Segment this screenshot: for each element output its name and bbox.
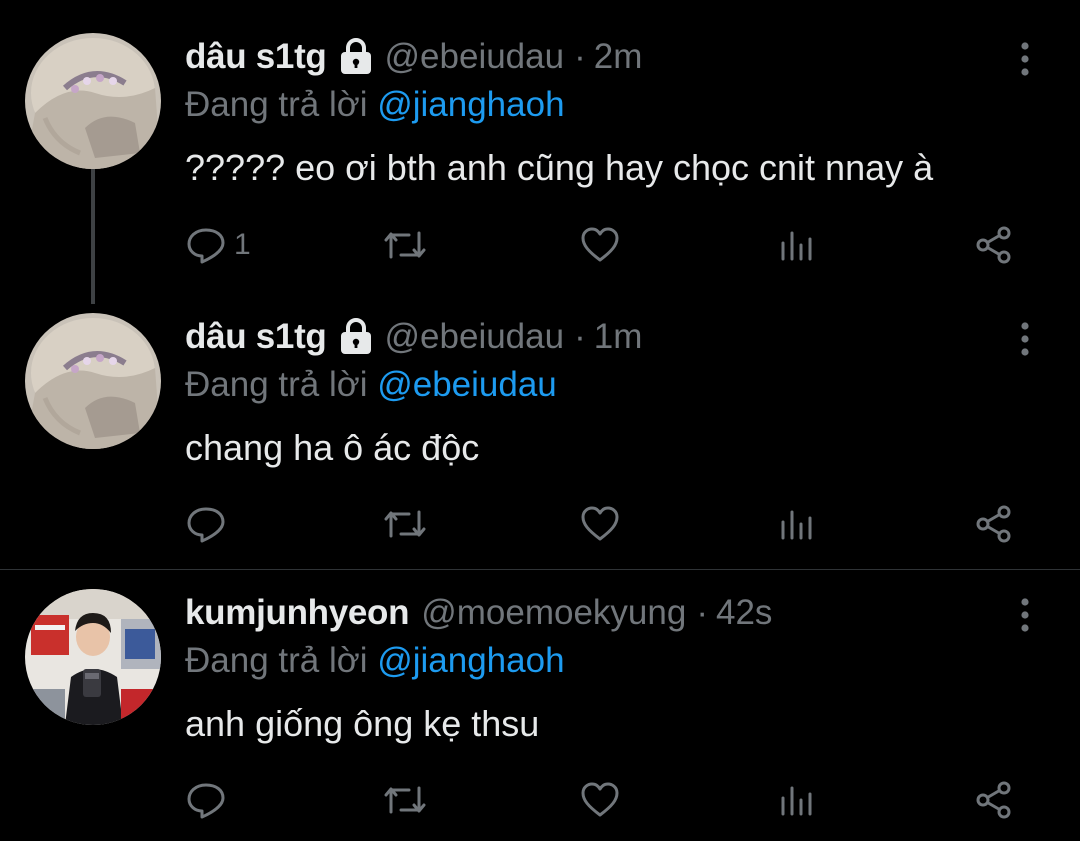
- like-icon: [580, 780, 620, 820]
- more-options-icon[interactable]: [1010, 319, 1040, 359]
- like-button[interactable]: [580, 499, 620, 549]
- like-button[interactable]: [580, 775, 620, 825]
- separator-dot: ·: [574, 37, 586, 76]
- retweet-icon: [383, 225, 427, 265]
- avatar-hair-tiara-icon: [25, 313, 161, 449]
- views-button[interactable]: [779, 499, 815, 549]
- views-icon: [779, 225, 815, 265]
- like-button[interactable]: [580, 220, 620, 270]
- reply-button[interactable]: [186, 775, 234, 825]
- reply-icon: [186, 225, 226, 265]
- reply-button[interactable]: 1: [186, 220, 251, 270]
- replying-to-label: Đang trả lời: [185, 85, 378, 124]
- share-icon: [974, 225, 1014, 265]
- tweet-actions: [0, 775, 1080, 825]
- handle[interactable]: @moemoekyung: [421, 593, 686, 633]
- tweet-header: dâu s1tg @ebeiudau · 1m: [185, 313, 642, 361]
- share-button[interactable]: [974, 499, 1014, 549]
- handle[interactable]: @ebeiudau: [385, 317, 565, 357]
- tweet-text: chang ha ô ác độc: [185, 427, 480, 468]
- avatar[interactable]: [25, 589, 161, 725]
- reply-icon: [186, 504, 226, 544]
- more-options-icon[interactable]: [1010, 595, 1040, 635]
- retweet-button[interactable]: [383, 499, 427, 549]
- retweet-button[interactable]: [383, 220, 427, 270]
- timestamp[interactable]: 42s: [716, 593, 772, 633]
- avatar-hair-tiara-icon: [25, 33, 161, 169]
- mention-link[interactable]: @jianghaoh: [377, 85, 564, 124]
- reply-icon: [186, 780, 226, 820]
- tweet-text: anh giống ông kẹ thsu: [185, 703, 540, 744]
- reply-count: 1: [234, 228, 251, 261]
- timestamp[interactable]: 2m: [594, 37, 643, 77]
- share-icon: [974, 780, 1014, 820]
- more-options-icon[interactable]: [1010, 39, 1040, 79]
- views-icon: [779, 504, 815, 544]
- views-icon: [779, 780, 815, 820]
- avatar[interactable]: [25, 313, 161, 449]
- reply-button[interactable]: [186, 499, 234, 549]
- display-name[interactable]: dâu s1tg: [185, 317, 327, 357]
- views-button[interactable]: [779, 775, 815, 825]
- replying-to-label: Đang trả lời: [185, 641, 378, 680]
- share-button[interactable]: [974, 775, 1014, 825]
- tweet-header: dâu s1tg @ebeiudau · 2m: [185, 33, 642, 81]
- retweet-icon: [383, 780, 427, 820]
- separator-dot: ·: [696, 593, 708, 632]
- separator-dot: ·: [574, 317, 586, 356]
- replying-to-label: Đang trả lời: [185, 365, 378, 404]
- tweet-2[interactable]: dâu s1tg @ebeiudau · 1m Đang trả lời @eb…: [0, 313, 1080, 563]
- display-name[interactable]: kumjunhyeon: [185, 593, 410, 633]
- share-button[interactable]: [974, 220, 1014, 270]
- display-name[interactable]: dâu s1tg: [185, 37, 327, 77]
- replying-to: Đang trả lời @ebeiudau: [185, 365, 557, 405]
- mention-link[interactable]: @jianghaoh: [377, 641, 564, 680]
- avatar[interactable]: [25, 33, 161, 169]
- mention-link[interactable]: @ebeiudau: [377, 365, 557, 404]
- lock-icon: [337, 38, 375, 76]
- tweet-header: kumjunhyeon @moemoekyung · 42s: [185, 589, 772, 637]
- divider: [0, 569, 1080, 570]
- tweet-1[interactable]: dâu s1tg @ebeiudau · 2m Đang trả lời @ji…: [0, 33, 1080, 268]
- retweet-icon: [383, 504, 427, 544]
- like-icon: [580, 225, 620, 265]
- timestamp[interactable]: 1m: [594, 317, 643, 357]
- avatar-mirror-selfie-icon: [25, 589, 161, 725]
- replying-to: Đang trả lời @jianghaoh: [185, 641, 565, 681]
- tweet-actions: [0, 499, 1080, 549]
- like-icon: [580, 504, 620, 544]
- tweet-3[interactable]: kumjunhyeon @moemoekyung · 42s Đang trả …: [0, 589, 1080, 839]
- views-button[interactable]: [779, 220, 815, 270]
- retweet-button[interactable]: [383, 775, 427, 825]
- tweet-text: ????? eo ơi bth anh cũng hay chọc cnit n…: [185, 147, 934, 188]
- tweet-actions: 1: [0, 220, 1080, 270]
- replying-to: Đang trả lời @jianghaoh: [185, 85, 565, 125]
- lock-icon: [337, 318, 375, 356]
- handle[interactable]: @ebeiudau: [385, 37, 565, 77]
- share-icon: [974, 504, 1014, 544]
